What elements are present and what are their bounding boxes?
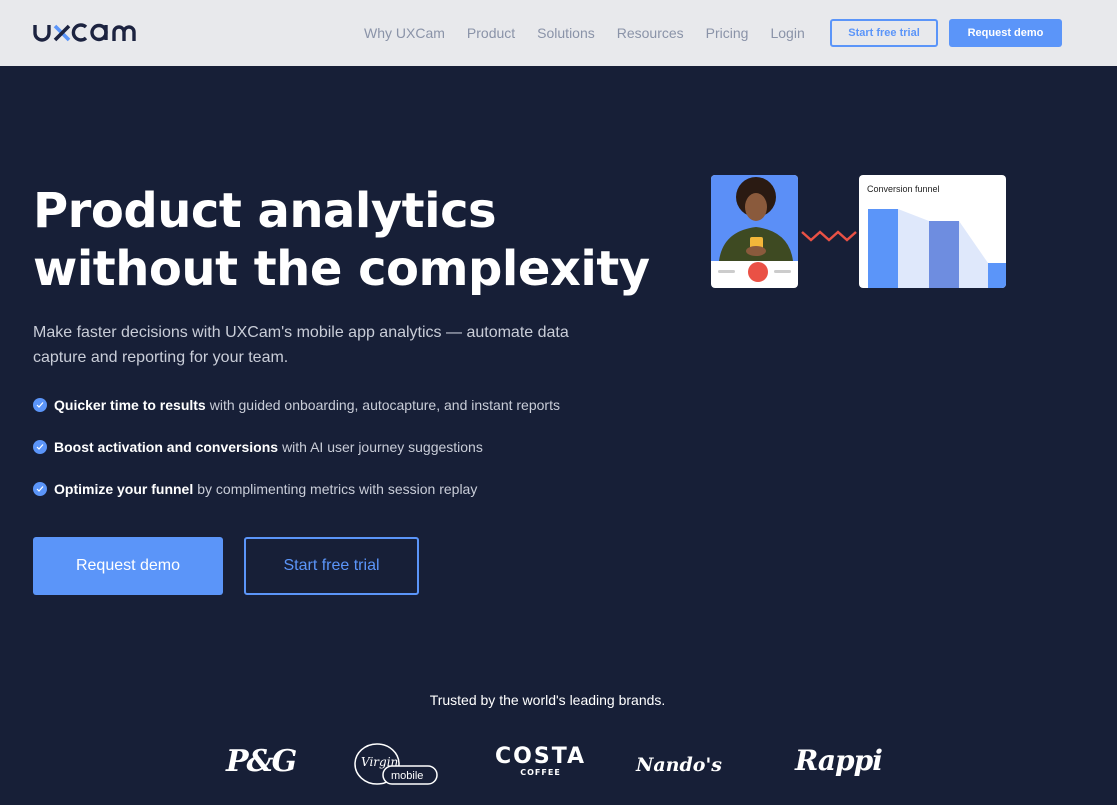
checkmark-icon xyxy=(33,398,47,412)
nav-why-uxcam[interactable]: Why UXCam xyxy=(364,25,445,41)
feature-bold: Optimize your funnel xyxy=(54,481,194,497)
brand-logos: P&G Virgin mobile COSTA COFFEE Nando's R… xyxy=(0,740,1117,790)
feature-text: with AI user journey suggestions xyxy=(282,439,483,455)
brand-logo-nandos: Nando's xyxy=(636,754,722,776)
feature-item: Optimize your funnel by complimenting me… xyxy=(33,478,560,500)
brand-logo-costa: COSTA COFFEE xyxy=(495,744,587,778)
funnel-dropoff xyxy=(898,209,929,288)
nav-product[interactable]: Product xyxy=(467,25,515,41)
checkmark-icon xyxy=(33,482,47,496)
hero-subtitle: Make faster decisions with UXCam's mobil… xyxy=(33,324,569,366)
top-navigation-bar: Why UXCam Product Solutions Resources Pr… xyxy=(0,0,1117,68)
feature-text: by complimenting metrics with session re… xyxy=(197,481,478,497)
svg-text:mobile: mobile xyxy=(391,770,423,782)
header-request-demo-button[interactable]: Request demo xyxy=(949,19,1062,47)
replay-bar xyxy=(718,270,735,273)
request-demo-button[interactable]: Request demo xyxy=(33,537,223,595)
funnel-bar xyxy=(868,209,898,288)
header-start-trial-button[interactable]: Start free trial xyxy=(830,19,938,47)
nav-solutions[interactable]: Solutions xyxy=(537,25,595,41)
replay-bar xyxy=(774,270,791,273)
conversion-funnel-card: Conversion funnel xyxy=(859,175,1006,288)
checkmark-icon xyxy=(33,440,47,454)
start-free-trial-button[interactable]: Start free trial xyxy=(244,537,419,595)
uxcam-logo[interactable] xyxy=(32,17,162,47)
record-icon xyxy=(748,262,768,282)
funnel-bar xyxy=(988,263,1006,288)
funnel-dropoff xyxy=(959,221,988,288)
feature-bold: Boost activation and conversions xyxy=(54,439,279,455)
feature-item: Boost activation and conversions with AI… xyxy=(33,436,560,458)
hero-title-line-2: without the complexity xyxy=(33,241,650,297)
feature-bold: Quicker time to results xyxy=(54,397,206,413)
trusted-heading: Trusted by the world's leading brands. xyxy=(429,692,666,708)
brand-logo-virgin-mobile: Virgin mobile xyxy=(353,742,439,791)
session-replay-card xyxy=(711,175,798,288)
brand-logo-rappi: Rappi xyxy=(795,744,883,777)
feature-item: Quicker time to results with guided onbo… xyxy=(33,394,560,416)
funnel-chart xyxy=(868,209,1006,288)
main-nav: Why UXCam Product Solutions Resources Pr… xyxy=(364,0,827,66)
nav-resources[interactable]: Resources xyxy=(617,25,684,41)
nav-login[interactable]: Login xyxy=(770,25,804,41)
brand-logo-pg: P&G xyxy=(226,744,297,779)
nav-pricing[interactable]: Pricing xyxy=(706,25,749,41)
funnel-bar xyxy=(929,221,959,288)
hero-title-line-1: Product analytics xyxy=(33,183,497,239)
feature-list: Quicker time to results with guided onbo… xyxy=(33,394,560,520)
hero-title: Product analytics without the complexity xyxy=(33,182,673,298)
connector-wave-icon xyxy=(801,230,857,242)
feature-text: with guided onboarding, autocapture, and… xyxy=(209,397,560,413)
user-photo xyxy=(711,175,798,261)
